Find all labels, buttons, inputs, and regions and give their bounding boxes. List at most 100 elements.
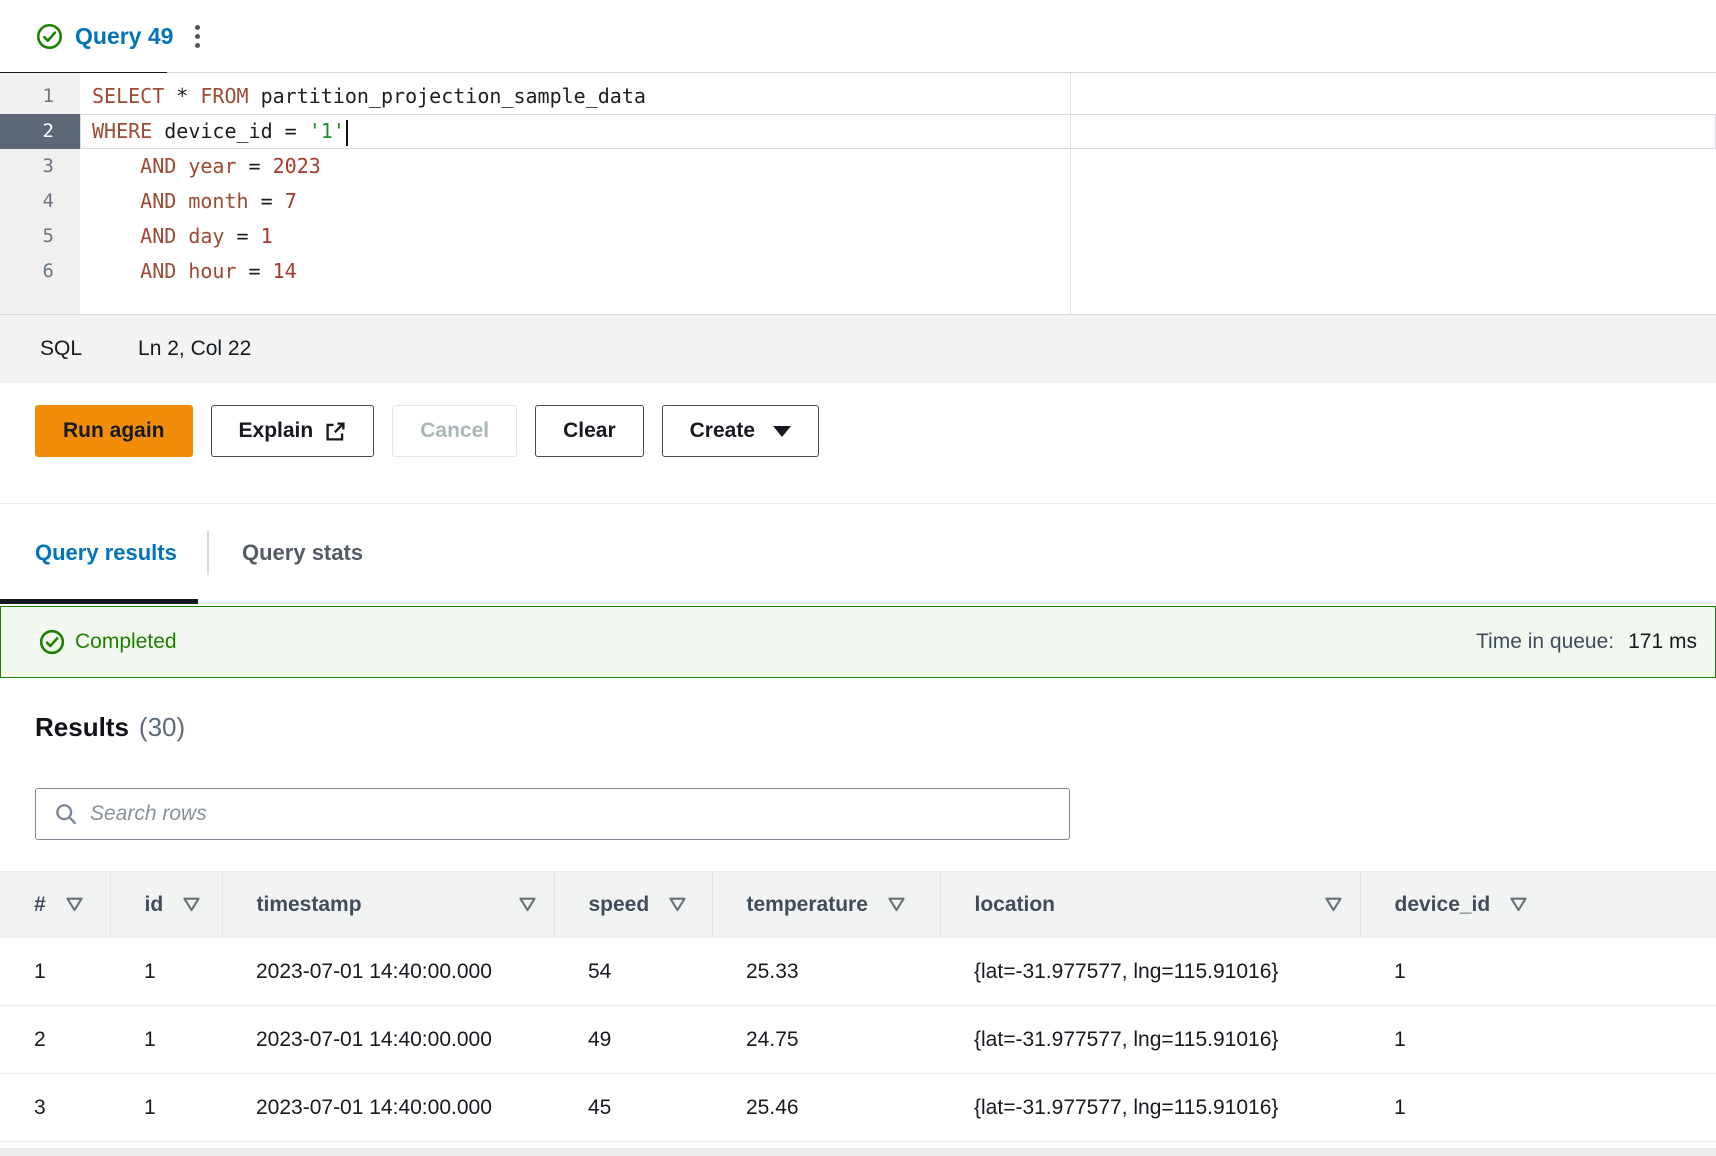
create-button[interactable]: Create [662,405,819,457]
code-line-1[interactable]: SELECT * FROM partition_projection_sampl… [80,79,1716,114]
table-cell: 1 [110,1006,222,1074]
table-cell: 3 [0,1074,110,1142]
table-cell: 54 [554,938,712,1006]
code-token: 7 [285,189,297,213]
search-icon [54,802,78,826]
code-token: 2023 [273,154,321,178]
explain-label: Explain [239,419,314,443]
editor-status-bar: SQL Ln 2, Col 22 [0,314,1716,383]
column-label: device_id [1395,893,1491,917]
results-count: (30) [139,712,185,743]
table-cell: 24.75 [712,1006,940,1074]
code-token: partition_projection_sample_data [249,84,646,108]
code-line-5[interactable]: AND day = 1 [80,219,1716,254]
code-token: 14 [273,259,297,283]
filter-icon[interactable] [888,897,905,912]
filter-icon[interactable] [669,897,686,912]
gutter-line-number: 1 [0,79,80,114]
code-token [176,224,188,248]
run-again-label: Run again [63,419,165,443]
code-token: AND [140,224,176,248]
code-token: AND [140,154,176,178]
code-token: = [249,189,285,213]
run-again-button[interactable]: Run again [35,405,193,457]
code-token: day [188,224,224,248]
time-in-queue-label: Time in queue: [1476,630,1614,654]
table-cell: {lat=-31.977577, lng=115.91016} [940,938,1360,1006]
table-cell: 25.46 [712,1074,940,1142]
create-label: Create [690,419,755,443]
results-table-wrap: # id timestamp speed temperature location devi… [0,871,1716,1142]
cancel-button[interactable]: Cancel [392,405,517,457]
gutter-line-number: 5 [0,219,80,254]
table-cell: 1 [110,1074,222,1142]
code-token: device_id = [152,119,309,143]
query-actions: Run again Explain Cancel Clear Create [35,405,1716,457]
table-cell: 2023-07-01 14:40:00.000 [222,1074,554,1142]
column-label: timestamp [257,893,362,917]
code-line-6[interactable]: AND hour = 14 [80,254,1716,289]
success-check-icon [36,23,63,50]
code-token: AND [140,259,176,283]
code-line-4[interactable]: AND month = 7 [80,184,1716,219]
column-label: # [34,893,46,917]
column-header-location[interactable]: location [940,872,1360,938]
column-label: temperature [747,893,868,917]
code-token: = [237,154,273,178]
code-line-2[interactable]: WHERE device_id = '1' [80,114,1716,149]
column-header-#[interactable]: # [0,872,110,938]
search-rows-input[interactable] [90,789,1069,839]
code-token: FROM [200,84,248,108]
search-rows-box [35,788,1070,840]
code-token [176,189,188,213]
clear-button[interactable]: Clear [535,405,644,457]
filter-icon[interactable] [66,897,83,912]
explain-button[interactable]: Explain [211,405,375,457]
gutter-line-number: 3 [0,149,80,184]
column-label: location [975,893,1056,917]
gutter-line-number: 4 [0,184,80,219]
code-token [92,224,140,248]
code-token: AND [140,189,176,213]
table-cell: 49 [554,1006,712,1074]
table-row: 112023-07-01 14:40:00.0005425.33{lat=-31… [0,938,1716,1006]
table-body: 112023-07-01 14:40:00.0005425.33{lat=-31… [0,938,1716,1142]
table-row: 212023-07-01 14:40:00.0004924.75{lat=-31… [0,1006,1716,1074]
gutter-line-number: 6 [0,254,80,289]
code-token: SELECT [92,84,164,108]
table-cell: 1 [0,938,110,1006]
table-cell: 2023-07-01 14:40:00.000 [222,1006,554,1074]
bottom-scroll-strip[interactable] [0,1148,1716,1156]
external-link-icon [325,421,346,442]
sql-editor[interactable]: 123456 SELECT * FROM partition_projectio… [0,73,1716,314]
code-token: hour [188,259,236,283]
table-header-row: # id timestamp speed temperature location devi… [0,872,1716,938]
table-cell: 1 [110,938,222,1006]
cancel-label: Cancel [420,419,489,443]
results-heading: Results (30) [35,712,1716,748]
kebab-menu-icon[interactable] [189,19,206,54]
column-header-speed[interactable]: speed [554,872,712,938]
filter-icon[interactable] [183,897,200,912]
status-completed-icon [39,629,65,655]
filter-icon[interactable] [1325,897,1342,912]
column-label: id [145,893,164,917]
code-token: * [164,84,200,108]
filter-icon[interactable] [1510,897,1527,912]
code-token: '1' [309,119,345,143]
code-token [92,154,140,178]
editor-code[interactable]: SELECT * FROM partition_projection_sampl… [80,73,1716,314]
tab-query-49[interactable]: Query 49 [0,0,222,72]
column-header-temperature[interactable]: temperature [712,872,940,938]
column-header-device_id[interactable]: device_id [1360,872,1716,938]
column-header-id[interactable]: id [110,872,222,938]
tab-query-results[interactable]: Query results [0,504,207,602]
code-token [92,189,140,213]
tab-query-stats[interactable]: Query stats [209,540,403,566]
code-line-3[interactable]: AND year = 2023 [80,149,1716,184]
query-status-banner: Completed Time in queue: 171 ms [0,606,1716,678]
filter-icon[interactable] [519,897,536,912]
status-completed-label: Completed [75,630,177,654]
code-token: 1 [261,224,273,248]
column-header-timestamp[interactable]: timestamp [222,872,554,938]
